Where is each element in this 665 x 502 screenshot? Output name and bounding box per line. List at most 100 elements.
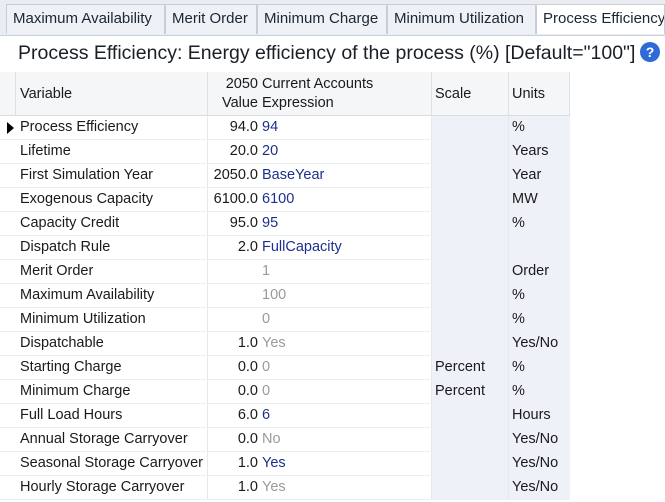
units-cell: Hours	[509, 404, 570, 427]
variable-cell: Starting Charge	[16, 356, 208, 379]
tab-label: Maximum Availability	[13, 10, 152, 27]
header-variable-label: Variable	[20, 86, 73, 102]
grid-header: Variable 2050 Value Current Accounts Exp…	[0, 72, 570, 116]
units-cell: MW	[509, 188, 570, 211]
table-row[interactable]: First Simulation Year 2050.0 BaseYear Year	[0, 164, 570, 188]
expression-cell[interactable]: 0	[260, 380, 432, 403]
scale-cell[interactable]	[432, 164, 509, 187]
scale-cell[interactable]	[432, 332, 509, 355]
expression-cell[interactable]: Yes	[260, 452, 432, 475]
units-cell: Years	[509, 140, 570, 163]
table-row[interactable]: Dispatch Rule 2.0 FullCapacity	[0, 236, 570, 260]
tab-process-efficiency[interactable]: Process Efficiency	[536, 4, 665, 34]
units-cell: Order	[509, 260, 570, 283]
units-cell: Year	[509, 164, 570, 187]
expression-cell[interactable]: 100	[260, 284, 432, 307]
tab-minimum-utilization[interactable]: Minimum Utilization	[387, 4, 536, 34]
header-expression-line1: Current Accounts	[262, 76, 374, 92]
scale-cell[interactable]	[432, 308, 509, 331]
expression-cell[interactable]: Yes	[260, 476, 432, 499]
scale-cell[interactable]: Percent	[432, 356, 509, 379]
expression-cell[interactable]: 94	[260, 116, 432, 139]
row-indicator	[0, 356, 16, 379]
header-indicator	[0, 72, 16, 116]
variable-cell: Maximum Availability	[16, 284, 208, 307]
header-units[interactable]: Units	[509, 72, 570, 116]
scale-cell[interactable]	[432, 404, 509, 427]
help-icon[interactable]: ?	[640, 42, 660, 62]
scale-cell[interactable]	[432, 452, 509, 475]
tab-maximum-availability[interactable]: Maximum Availability	[6, 4, 165, 34]
units-cell: %	[509, 116, 570, 139]
expression-cell[interactable]: FullCapacity	[260, 236, 432, 259]
table-row[interactable]: Lifetime 20.0 20 Years	[0, 140, 570, 164]
expression-cell[interactable]: 0	[260, 308, 432, 331]
table-row[interactable]: Hourly Storage Carryover 1.0 Yes Yes/No	[0, 476, 570, 500]
scale-cell[interactable]	[432, 212, 509, 235]
variable-cell: Dispatch Rule	[16, 236, 208, 259]
table-row[interactable]: Seasonal Storage Carryover 1.0 Yes Yes/No	[0, 452, 570, 476]
table-row[interactable]: Exogenous Capacity 6100.0 6100 MW	[0, 188, 570, 212]
variable-cell: Full Load Hours	[16, 404, 208, 427]
value-cell: 2050.0	[213, 167, 258, 183]
header-value[interactable]: 2050 Value	[208, 72, 260, 116]
row-indicator	[0, 332, 16, 355]
variable-cell: Minimum Utilization	[16, 308, 208, 331]
expression-cell[interactable]: Yes	[260, 332, 432, 355]
expression-cell[interactable]: 6	[260, 404, 432, 427]
table-row[interactable]: Dispatchable 1.0 Yes Yes/No	[0, 332, 570, 356]
table-row[interactable]: Annual Storage Carryover 0.0 No Yes/No	[0, 428, 570, 452]
value-cell: 0.0	[237, 359, 258, 375]
variable-cell: Dispatchable	[16, 332, 208, 355]
scale-cell[interactable]	[432, 116, 509, 139]
units-cell: %	[509, 356, 570, 379]
table-row[interactable]: Merit Order 1 Order	[0, 260, 570, 284]
scale-cell[interactable]	[432, 236, 509, 259]
scale-cell[interactable]: Percent	[432, 380, 509, 403]
header-scale[interactable]: Scale	[432, 72, 509, 116]
value-cell: 94.0	[229, 119, 258, 135]
row-indicator	[0, 236, 16, 259]
table-row[interactable]: Maximum Availability 100%	[0, 284, 570, 308]
units-cell: Yes/No	[509, 428, 570, 451]
units-cell: %	[509, 212, 570, 235]
table-row[interactable]: Starting Charge 0.0 0 Percent%	[0, 356, 570, 380]
scale-cell[interactable]	[432, 188, 509, 211]
units-cell: Yes/No	[509, 332, 570, 355]
row-indicator	[0, 380, 16, 403]
table-row[interactable]: Minimum Charge 0.0 0 Percent%	[0, 380, 570, 404]
scale-cell[interactable]	[432, 140, 509, 163]
expression-cell[interactable]: 1	[260, 260, 432, 283]
expression-cell[interactable]: 0	[260, 356, 432, 379]
expression-cell[interactable]: 95	[260, 212, 432, 235]
row-indicator	[0, 260, 16, 283]
header-expression[interactable]: Current Accounts Expression	[260, 72, 432, 116]
scale-cell[interactable]	[432, 428, 509, 451]
tab-minimum-charge[interactable]: Minimum Charge	[257, 4, 387, 34]
row-indicator	[0, 140, 16, 163]
header-variable[interactable]: Variable	[16, 72, 208, 116]
grid-empty-area	[570, 72, 665, 502]
variable-cell: Minimum Charge	[16, 380, 208, 403]
table-row[interactable]: Capacity Credit 95.0 95%	[0, 212, 570, 236]
table-row[interactable]: Full Load Hours 6.0 6 Hours	[0, 404, 570, 428]
row-indicator	[0, 404, 16, 427]
tab-merit-order[interactable]: Merit Order	[165, 4, 257, 34]
value-cell: 1.0	[237, 455, 258, 471]
scale-cell[interactable]	[432, 260, 509, 283]
value-cell: 0.0	[237, 431, 258, 447]
scale-cell[interactable]	[432, 476, 509, 499]
tab-label: Merit Order	[172, 10, 248, 27]
value-cell: 2.0	[237, 239, 258, 255]
value-cell: 1.0	[237, 479, 258, 495]
units-cell: %	[509, 308, 570, 331]
table-row[interactable]: Minimum Utilization 0%	[0, 308, 570, 332]
units-cell: %	[509, 284, 570, 307]
expression-cell[interactable]: 20	[260, 140, 432, 163]
variable-cell: Hourly Storage Carryover	[16, 476, 208, 499]
expression-cell[interactable]: 6100	[260, 188, 432, 211]
scale-cell[interactable]	[432, 284, 509, 307]
expression-cell[interactable]: BaseYear	[260, 164, 432, 187]
table-row[interactable]: Process Efficiency 94.0 94%	[0, 116, 570, 140]
expression-cell[interactable]: No	[260, 428, 432, 451]
